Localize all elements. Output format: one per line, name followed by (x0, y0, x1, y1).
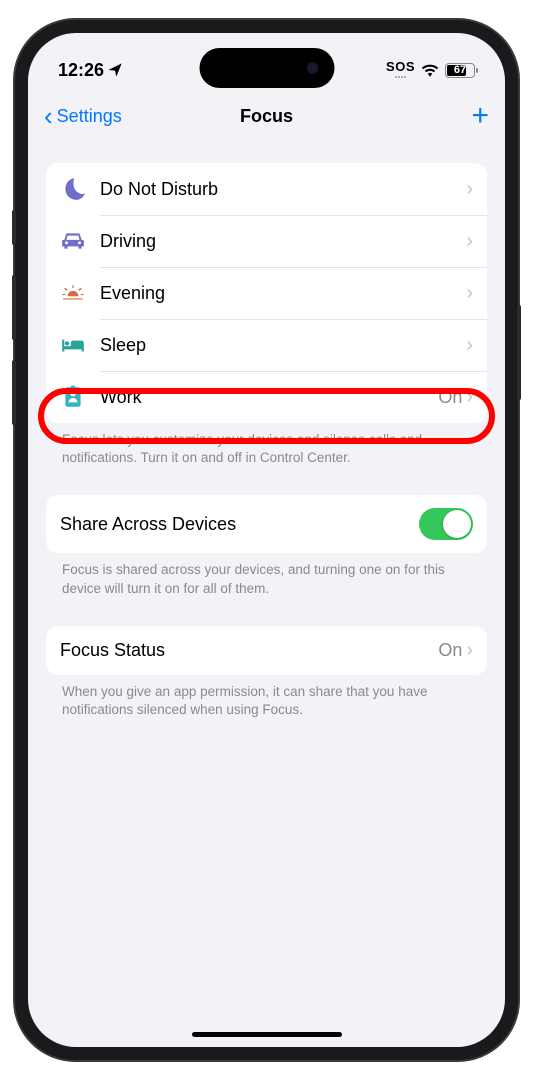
focus-status-row[interactable]: Focus Status On › (46, 626, 487, 675)
side-button-silence (12, 210, 16, 245)
home-indicator[interactable] (192, 1032, 342, 1037)
back-button[interactable]: ‹ Settings (44, 103, 122, 129)
chevron-right-icon: › (466, 639, 473, 662)
status-time: 12:26 (58, 60, 104, 81)
badge-icon (60, 384, 86, 410)
share-group: Share Across Devices (46, 495, 487, 553)
chevron-right-icon: › (466, 230, 473, 253)
page-title: Focus (240, 106, 293, 127)
chevron-right-icon: › (466, 386, 473, 409)
focus-row-do-not-disturb[interactable]: Do Not Disturb › (46, 163, 487, 215)
row-label: Evening (100, 283, 466, 304)
content: Do Not Disturb › Driving › Evening › Sle… (28, 163, 505, 719)
row-label: Driving (100, 231, 466, 252)
side-button-power (517, 305, 521, 400)
chevron-right-icon: › (466, 334, 473, 357)
side-button-volume-up (12, 275, 16, 340)
share-toggle[interactable] (419, 508, 473, 540)
car-icon (60, 228, 86, 254)
battery-indicator: 67 (445, 63, 475, 78)
sunset-icon (60, 280, 86, 306)
row-label: Share Across Devices (60, 514, 419, 535)
row-label: Work (100, 387, 438, 408)
focus-row-work[interactable]: Work On › (46, 371, 487, 423)
share-across-devices-row[interactable]: Share Across Devices (46, 495, 487, 553)
row-label: Focus Status (60, 640, 438, 661)
row-label: Sleep (100, 335, 466, 356)
side-button-volume-down (12, 360, 16, 425)
row-value: On (438, 387, 462, 408)
nav-bar: ‹ Settings Focus + (28, 89, 505, 141)
phone-frame: 12:26 SOS 67 ‹ Set (15, 20, 518, 1060)
add-button[interactable]: + (471, 101, 489, 131)
focus-row-sleep[interactable]: Sleep › (46, 319, 487, 371)
back-label: Settings (57, 106, 122, 127)
chevron-right-icon: › (466, 178, 473, 201)
bed-icon (60, 332, 86, 358)
focus-modes-footer: Focus lets you customize your devices an… (46, 423, 487, 467)
wifi-icon (421, 63, 439, 77)
focus-status-footer: When you give an app permission, it can … (46, 675, 487, 719)
moon-icon (60, 176, 86, 202)
focus-modes-group: Do Not Disturb › Driving › Evening › Sle… (46, 163, 487, 423)
focus-row-driving[interactable]: Driving › (46, 215, 487, 267)
chevron-left-icon: ‹ (44, 103, 53, 129)
dynamic-island (199, 48, 334, 88)
focus-row-evening[interactable]: Evening › (46, 267, 487, 319)
location-icon (107, 62, 123, 78)
sos-indicator: SOS (386, 62, 415, 78)
focus-status-group: Focus Status On › (46, 626, 487, 675)
share-footer: Focus is shared across your devices, and… (46, 553, 487, 597)
screen: 12:26 SOS 67 ‹ Set (28, 33, 505, 1047)
row-label: Do Not Disturb (100, 179, 466, 200)
chevron-right-icon: › (466, 282, 473, 305)
row-value: On (438, 640, 462, 661)
